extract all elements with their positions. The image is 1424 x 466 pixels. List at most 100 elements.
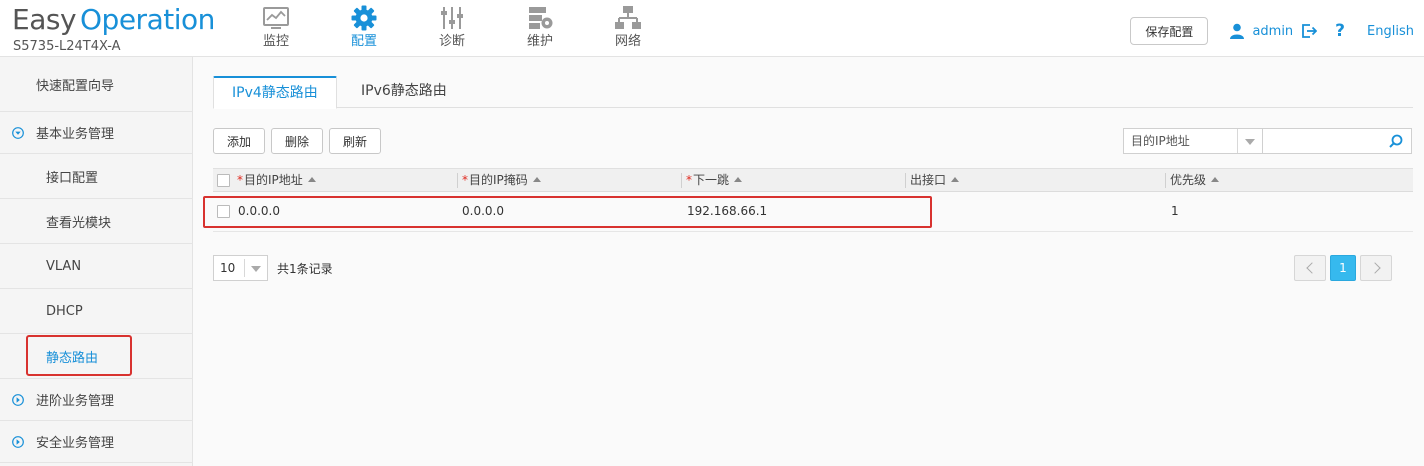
sidebar: 快速配置向导 基本业务管理 接口配置 查看光模块 VLAN DHCP 静态路由 … [0, 57, 193, 466]
column-header-label: 下一跳 [693, 173, 730, 187]
caret-down-icon [1245, 139, 1255, 145]
select-divider [244, 259, 245, 277]
add-button[interactable]: 添加 [213, 128, 266, 154]
total-records: 共1条记录 [277, 261, 333, 276]
select-divider [1237, 129, 1238, 153]
sidebar-group-advanced[interactable]: 进阶业务管理 [0, 379, 193, 421]
nav-maintain-label: 维护 [526, 34, 553, 49]
sort-asc-icon [307, 177, 316, 182]
network-icon [615, 6, 641, 29]
required-mark: * [686, 173, 692, 187]
page-size-select[interactable]: 10 [213, 255, 268, 281]
column-header-next-hop[interactable]: *下一跳 [681, 169, 906, 192]
nav-diagnose-label: 诊断 [438, 34, 465, 49]
main-content: IPv4静态路由 IPv6静态路由 添加 删除 刷新 目的IP地址 *目的IP地… [193, 57, 1424, 466]
page-size-value: 10 [220, 261, 236, 275]
select-all-checkbox[interactable] [217, 174, 230, 187]
column-divider [457, 173, 458, 188]
sort-asc-icon [951, 177, 960, 182]
sidebar-item-interface-config[interactable]: 接口配置 [0, 154, 193, 199]
chevron-right-circle-icon [12, 435, 24, 448]
prev-page-button[interactable] [1294, 255, 1326, 281]
cell-priority: 1 [1171, 204, 1179, 218]
column-header-priority[interactable]: 优先级 [1165, 169, 1413, 192]
sidebar-item-label: 安全业务管理 [36, 436, 115, 451]
table-header: *目的IP地址 *目的IP掩码 *下一跳 出接口 优先级 [213, 168, 1413, 192]
search-input-box [1263, 128, 1412, 154]
sidebar-item-static-route[interactable]: 静态路由 [0, 334, 193, 379]
top-header: Easy Operation S5735-L24T4X-A 监控 配置 诊断 维… [0, 0, 1424, 57]
save-config-button[interactable]: 保存配置 [1130, 17, 1209, 45]
nav-network[interactable]: 网络 [584, 0, 672, 56]
sidebar-item-optical-module[interactable]: 查看光模块 [0, 199, 193, 244]
caret-down-icon [251, 266, 261, 272]
search-icon[interactable] [1389, 134, 1403, 148]
sort-asc-icon [734, 177, 743, 182]
sidebar-item-label: 查看光模块 [46, 215, 112, 231]
nav-diagnose[interactable]: 诊断 [408, 0, 496, 56]
sidebar-group-security[interactable]: 安全业务管理 [0, 421, 193, 463]
column-header-label: 目的IP掩码 [469, 173, 528, 187]
search-field-select[interactable]: 目的IP地址 [1123, 128, 1263, 154]
next-page-button[interactable] [1360, 255, 1392, 281]
sort-asc-icon [532, 177, 541, 182]
delete-button[interactable]: 删除 [271, 128, 324, 154]
sidebar-item-label: 接口配置 [46, 170, 99, 186]
table-row[interactable]: 0.0.0.0 0.0.0.0 192.168.66.1 1 [213, 192, 1413, 232]
column-header-dest-ip[interactable]: *目的IP地址 [233, 169, 457, 192]
user-icon [1230, 23, 1245, 39]
column-header-out-interface[interactable]: 出接口 [905, 169, 1166, 192]
sidebar-item-label: 基本业务管理 [36, 127, 115, 142]
static-route-table: *目的IP地址 *目的IP掩码 *下一跳 出接口 优先级 0.0.0.0 0.0 [213, 168, 1413, 232]
sidebar-item-label: DHCP [46, 303, 83, 319]
chevron-left-icon [1306, 262, 1318, 274]
header-actions: 保存配置 admin ? English [1130, 17, 1414, 45]
nav-network-label: 网络 [614, 34, 641, 49]
search-input[interactable] [1263, 129, 1383, 153]
logo-easy: Easy [12, 3, 77, 36]
sort-asc-icon [1211, 177, 1220, 182]
sidebar-group-basic[interactable]: 基本业务管理 [0, 112, 193, 154]
column-divider [905, 173, 906, 188]
sidebar-item-label: 快速配置向导 [36, 78, 115, 94]
tab-ipv4-static-route[interactable]: IPv4静态路由 [213, 76, 337, 109]
table-toolbar: 添加 删除 刷新 [213, 128, 387, 154]
chevron-down-circle-icon [12, 126, 24, 139]
sidebar-item-label: 静态路由 [46, 350, 99, 366]
user-name[interactable]: admin [1252, 24, 1293, 39]
server-gear-icon [529, 7, 553, 29]
column-header-label: 出接口 [910, 173, 947, 187]
column-header-label: 目的IP地址 [244, 173, 303, 187]
main-nav: 监控 配置 诊断 维护 网络 [232, 0, 672, 56]
help-icon[interactable]: ? [1335, 23, 1345, 40]
required-mark: * [237, 173, 243, 187]
nav-maintain[interactable]: 维护 [496, 0, 584, 56]
sidebar-item-label: 进阶业务管理 [36, 394, 115, 409]
gear-icon [351, 5, 377, 31]
sidebar-item-label: VLAN [46, 258, 82, 274]
logout-icon[interactable] [1301, 23, 1318, 39]
cell-dest-ip: 0.0.0.0 [238, 204, 280, 218]
chevron-right-circle-icon [12, 393, 24, 406]
cell-next-hop: 192.168.66.1 [687, 204, 768, 218]
search-field-value: 目的IP地址 [1131, 134, 1190, 148]
search-bar: 目的IP地址 [1123, 128, 1412, 154]
device-model: S5735-L24T4X-A [13, 39, 121, 54]
monitor-icon [263, 7, 289, 29]
cell-dest-mask: 0.0.0.0 [462, 204, 504, 218]
nav-monitor-label: 监控 [262, 34, 289, 49]
row-checkbox[interactable] [217, 205, 230, 218]
refresh-button[interactable]: 刷新 [329, 128, 382, 154]
sidebar-item-dhcp[interactable]: DHCP [0, 289, 193, 334]
sidebar-item-quick-wizard[interactable]: 快速配置向导 [0, 57, 193, 112]
required-mark: * [462, 173, 468, 187]
app-logo: Easy Operation [12, 4, 215, 36]
tab-ipv6-static-route[interactable]: IPv6静态路由 [343, 76, 465, 108]
nav-config[interactable]: 配置 [320, 0, 408, 56]
column-header-dest-mask[interactable]: *目的IP掩码 [457, 169, 682, 192]
language-switch[interactable]: English [1367, 24, 1414, 39]
page-number-button[interactable]: 1 [1330, 255, 1356, 281]
sidebar-item-vlan[interactable]: VLAN [0, 244, 193, 289]
chevron-right-icon [1369, 262, 1381, 274]
nav-monitor[interactable]: 监控 [232, 0, 320, 56]
